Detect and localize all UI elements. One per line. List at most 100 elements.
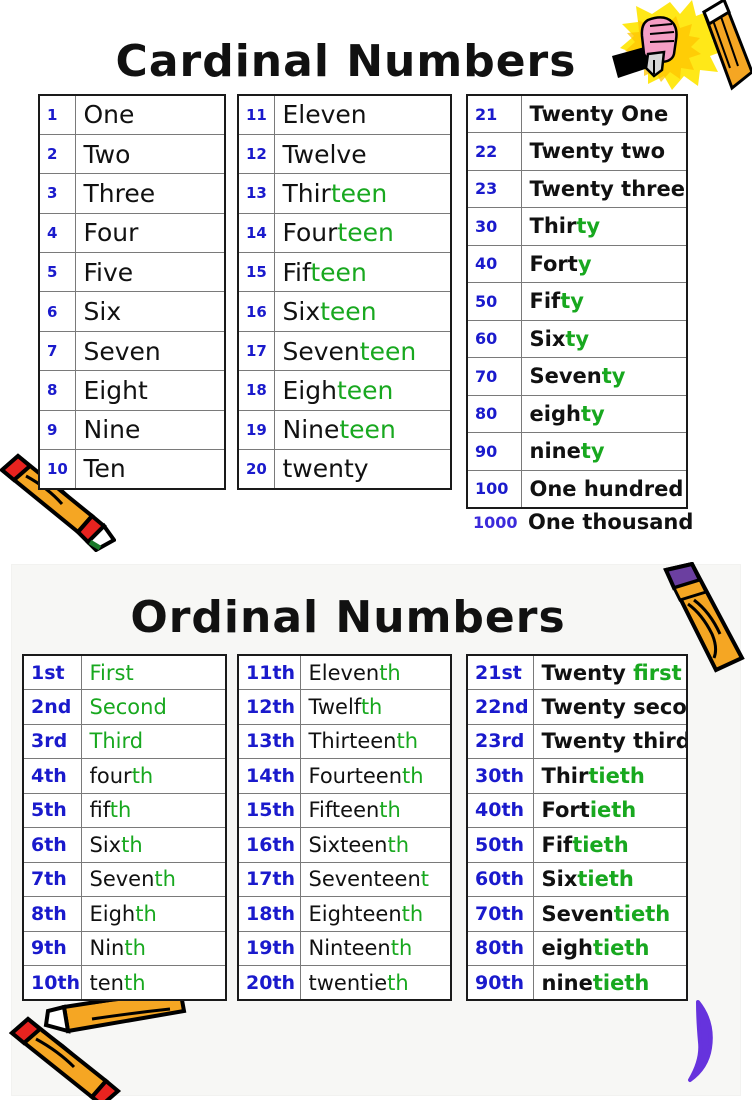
- row-number: 6th: [22, 827, 82, 863]
- word-stem: Seven: [541, 901, 614, 926]
- word-suffix: teen: [320, 297, 377, 327]
- ordinal-column-1-body: 1st First 2nd Second 3rd Third 4th fourth 5th fif…: [22, 654, 227, 1001]
- word-stem: eigh: [541, 936, 593, 961]
- cardinal-column-1-body: 1 One 2 Two 3 Three 4 Four 5 Five 6 Six 7 Seven 8 Eight…: [38, 94, 226, 490]
- word-suffix: th: [131, 763, 154, 788]
- word-stem: four: [89, 763, 132, 788]
- row-word: Fortieth: [532, 792, 688, 828]
- row-word: Eight: [74, 370, 226, 411]
- row-number: 22nd: [466, 689, 534, 725]
- word-stem: Eigh: [89, 901, 136, 926]
- word-stem: Six: [89, 832, 122, 857]
- table-row: 11th Eleventh: [237, 654, 452, 690]
- word-stem: Seven: [83, 336, 161, 366]
- row-number: 2nd: [22, 689, 82, 725]
- table-row: 21st Twenty first: [466, 654, 688, 690]
- row-word: Eighth: [80, 896, 227, 932]
- word-suffix: ty: [580, 401, 605, 426]
- word-stem: Three: [83, 178, 156, 208]
- table-row: 8th Eighth: [22, 896, 227, 932]
- table-row: 6th Sixth: [22, 827, 227, 863]
- table-row: 60 Sixty: [466, 319, 688, 358]
- table-row: 40th Fortieth: [466, 792, 688, 828]
- word-suffix: th: [154, 867, 176, 892]
- row-number: 7: [38, 330, 76, 372]
- word-green: First: [89, 660, 134, 685]
- word-suffix: ty: [565, 326, 590, 351]
- row-number: 2: [38, 133, 76, 175]
- table-row: 22nd Twenty second: [466, 689, 688, 725]
- table-row: 90th ninetieth: [466, 965, 688, 1001]
- word-suffix: tieth: [577, 867, 634, 892]
- word-stem: Twelve: [282, 139, 367, 169]
- word-green: Third: [89, 729, 144, 754]
- word-suffix: y: [577, 251, 592, 276]
- table-row: 90 ninety: [466, 432, 688, 471]
- row-number: 21st: [466, 654, 534, 690]
- row-word: Fourteen: [273, 212, 452, 254]
- table-row: 15 Fifteen: [237, 252, 452, 293]
- table-row: 80th eightieth: [466, 930, 688, 966]
- cardinal-table-column-1: 1 One 2 Two 3 Three 4 Four 5 Five 6 Six 7 Seven 8 Eight…: [38, 94, 226, 490]
- table-row: 19 Nineteen: [237, 409, 452, 451]
- row-word: Ninteenth: [299, 930, 452, 966]
- row-word: Thirteenth: [299, 723, 452, 759]
- cardinal-thousand-row: 1000 One thousand: [466, 507, 706, 537]
- cardinal-column-2-body: 11 Eleven 12 Twelve 13 Thirteen 14 Fourteen 15 Fi…: [237, 94, 452, 490]
- word-stem: Nin: [89, 936, 125, 961]
- table-row: 14th Fourteenth: [237, 758, 452, 794]
- row-number: 23rd: [466, 723, 534, 759]
- row-word: Twelfth: [299, 689, 452, 725]
- word-stem: twenty: [282, 454, 369, 484]
- row-word: Fiftieth: [532, 827, 688, 863]
- word-suffix: th: [135, 901, 157, 926]
- row-number: 9: [38, 409, 76, 451]
- row-word: twenty: [273, 449, 452, 490]
- row-number: 8th: [22, 896, 82, 932]
- cardinal-column-3-body: 21 Twenty One 22 Twenty two 23 Twenty three 30…: [466, 94, 688, 508]
- row-number: 4th: [22, 758, 82, 794]
- table-row: 70 Seventy: [466, 357, 688, 396]
- table-row: 40 Forty: [466, 244, 688, 283]
- ordinal-table-column-1: 1st First 2nd Second 3rd Third 4th fourth 5th fif…: [22, 654, 227, 1001]
- ordinal-table-column-2: 11th Eleventh 12th Twelfth 13th Thirteenth 14t…: [237, 654, 452, 1001]
- table-row: 1st First: [22, 654, 227, 690]
- word-stem: Twenty two: [529, 139, 666, 164]
- word-suffix: th: [401, 901, 424, 926]
- row-word: Ten: [74, 449, 226, 490]
- word-suffix: th: [387, 970, 409, 995]
- word-stem: Thir: [282, 178, 331, 208]
- row-word: Eleventh: [299, 654, 452, 690]
- row-word: Sixth: [80, 827, 227, 863]
- word-suffix: th: [121, 832, 143, 857]
- row-number: 40: [466, 244, 522, 283]
- row-word: Seven: [74, 330, 226, 372]
- word-suffix: th: [124, 936, 146, 961]
- word-stem: Four: [282, 218, 338, 248]
- table-row: 15th Fifteenth: [237, 792, 452, 828]
- table-row: 18 Eighteen: [237, 370, 452, 411]
- row-word: ninetieth: [532, 965, 688, 1001]
- row-number: 15th: [237, 792, 301, 828]
- row-word: Fifteen: [273, 252, 452, 293]
- row-number: 20: [237, 449, 275, 490]
- table-row: 5th fifth: [22, 792, 227, 828]
- table-row: 5 Five: [38, 252, 226, 293]
- word-stem: Eleven: [308, 660, 380, 685]
- word-suffix: teen: [337, 218, 394, 248]
- row-word: Seventeent: [299, 861, 452, 897]
- row-number: 90: [466, 432, 522, 471]
- word-stem: nine: [529, 439, 581, 464]
- table-row: 23rd Twenty third: [466, 723, 688, 759]
- word-stem: Twenty third: [541, 729, 687, 754]
- row-number: 22: [466, 132, 522, 171]
- word-stem: Seventeen: [308, 867, 421, 892]
- row-word: Fourteenth: [299, 758, 452, 794]
- row-number: 60: [466, 319, 522, 358]
- row-word: Twenty One: [520, 94, 688, 133]
- row-word: Twenty three: [520, 169, 688, 208]
- row-word: Twenty second: [532, 689, 688, 725]
- row-number: 11: [237, 94, 275, 135]
- word-stem: Twenty second: [541, 694, 687, 719]
- ordinal-column-3-body: 21stTwenty first22nd Twenty second 23rd Twe…: [466, 654, 688, 1001]
